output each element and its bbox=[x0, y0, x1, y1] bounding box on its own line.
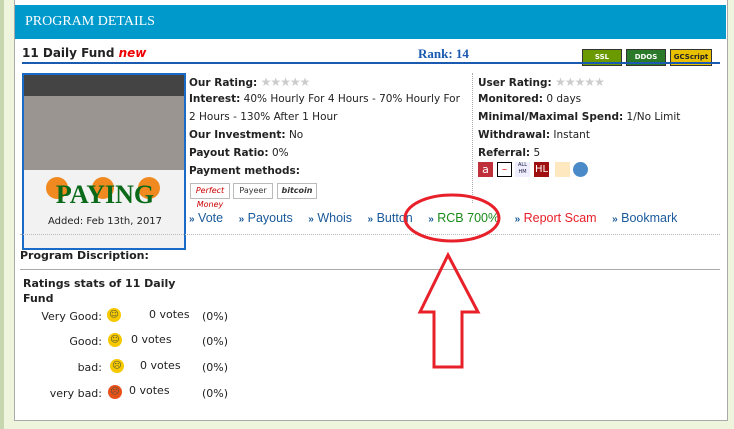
up-arrow bbox=[417, 251, 481, 369]
annotation-overlay bbox=[403, 193, 501, 369]
highlight-ellipse bbox=[403, 193, 501, 243]
